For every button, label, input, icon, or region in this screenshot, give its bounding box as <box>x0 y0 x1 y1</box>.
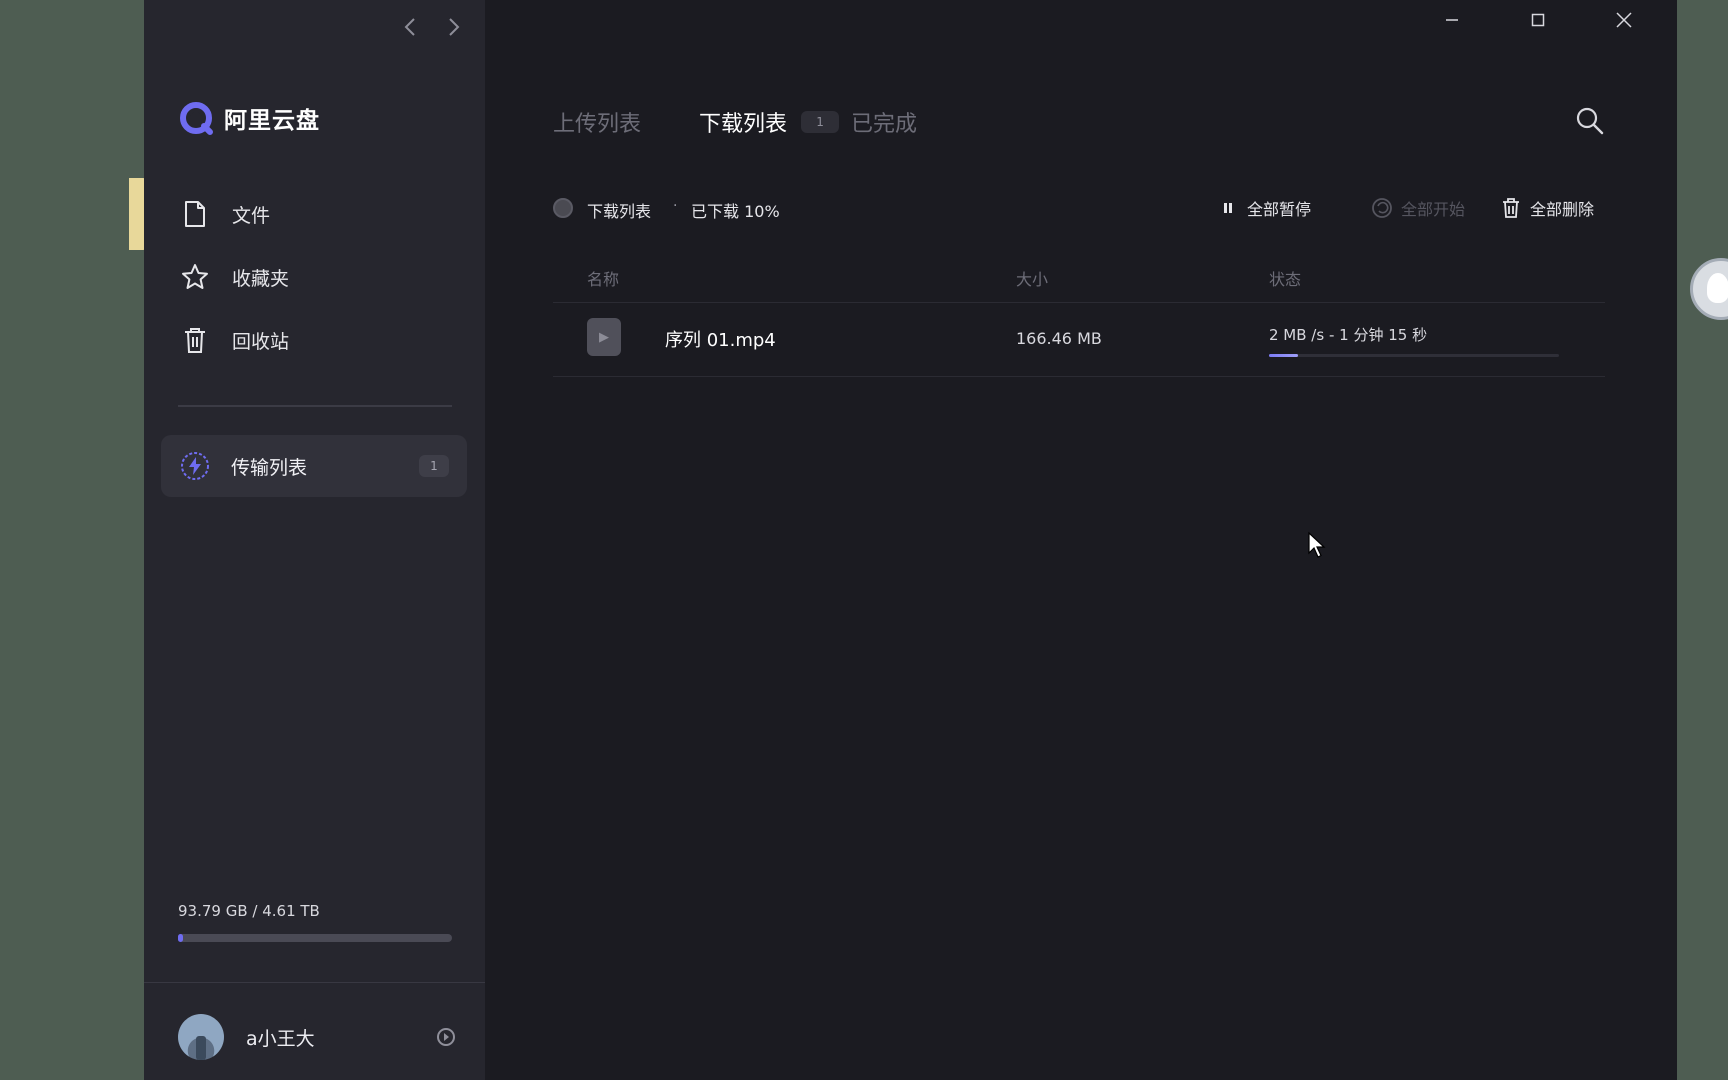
delete-all-label: 全部删除 <box>1530 200 1595 219</box>
video-file-icon: ▶ <box>587 318 621 356</box>
delete-all-button[interactable]: 全部删除 <box>1500 196 1594 220</box>
nav-item-label: 文件 <box>232 204 271 227</box>
select-all-checkbox[interactable] <box>553 198 573 218</box>
forward-arrow-icon[interactable] <box>443 16 465 38</box>
trash-icon <box>1500 197 1522 219</box>
trash-icon <box>180 325 210 355</box>
tab-download-list[interactable]: 下载列表 <box>699 106 787 138</box>
toolbar-separator: · <box>673 198 678 214</box>
column-header-status: 状态 <box>1269 270 1302 289</box>
storage-usage-text: 93.79 GB / 4.61 TB <box>178 902 320 920</box>
back-arrow-icon[interactable] <box>399 16 421 38</box>
app-logo: 阿里云盘 <box>178 100 320 136</box>
aliyun-drive-logo-icon <box>180 102 213 135</box>
app-window: 阿里云盘 文件 收藏夹 回收站 传输列表 1 93.79 GB / 4.61 T… <box>144 0 1677 1080</box>
desktop-widget-icon[interactable] <box>1690 258 1728 320</box>
sidebar: 阿里云盘 文件 收藏夹 回收站 传输列表 1 93.79 GB / 4.61 T… <box>144 0 485 1080</box>
user-profile[interactable]: a小王大 <box>178 1012 458 1062</box>
file-size: 166.46 MB <box>1016 329 1102 348</box>
user-name: a小王大 <box>246 1027 315 1050</box>
sidebar-divider <box>178 405 452 407</box>
nav-item-recycle-bin[interactable]: 回收站 <box>160 316 468 364</box>
nav-item-label: 收藏夹 <box>232 267 290 290</box>
transfer-tabs: 上传列表 下载列表 1 已完成 <box>553 106 917 138</box>
tab-upload-list[interactable]: 上传列表 <box>553 106 641 138</box>
transfer-count-badge: 1 <box>419 455 449 477</box>
star-icon <box>180 262 210 292</box>
pause-all-label: 全部暂停 <box>1247 200 1312 219</box>
search-icon[interactable] <box>1575 106 1607 138</box>
toolbar-title: 下载列表 <box>587 202 652 221</box>
file-icon <box>180 199 210 229</box>
main-content: 上传列表 下载列表 1 已完成 下载列表 · 已下载 10% 全部暂停 全部开始… <box>485 0 1677 1080</box>
avatar[interactable] <box>178 1014 224 1060</box>
history-nav <box>399 16 465 38</box>
nav-item-label: 回收站 <box>232 330 290 353</box>
download-status: 2 MB /s - 1 分钟 15 秒 <box>1269 326 1428 344</box>
user-menu-icon[interactable] <box>434 1025 458 1049</box>
table-row[interactable]: ▶ 序列 01.mp4 166.46 MB 2 MB /s - 1 分钟 15 … <box>553 302 1605 377</box>
pause-all-button[interactable]: 全部暂停 <box>1217 196 1311 220</box>
main-nav: 文件 收藏夹 回收站 <box>160 190 468 379</box>
pause-icon <box>1217 197 1239 219</box>
nav-item-files[interactable]: 文件 <box>160 190 468 238</box>
storage-usage-fill <box>178 934 184 942</box>
app-name: 阿里云盘 <box>224 108 320 134</box>
download-toolbar: 下载列表 · 已下载 10% 全部暂停 全部开始 全部删除 <box>553 196 1605 224</box>
refresh-icon <box>1371 197 1393 219</box>
footer-divider <box>144 982 485 983</box>
table-header: 名称 大小 状态 <box>553 262 1605 303</box>
storage-usage-bar <box>178 934 452 942</box>
download-progress-fill <box>1269 354 1298 357</box>
nav-item-favorites[interactable]: 收藏夹 <box>160 253 468 301</box>
lightning-icon <box>179 450 211 482</box>
mouse-cursor-icon <box>1308 531 1326 558</box>
download-progress-bar <box>1269 354 1559 357</box>
start-all-button[interactable]: 全部开始 <box>1371 196 1465 220</box>
start-all-label: 全部开始 <box>1401 200 1466 219</box>
transfer-label: 传输列表 <box>231 456 308 479</box>
desktop-background-item <box>129 178 145 250</box>
column-header-size: 大小 <box>1016 270 1049 289</box>
column-header-name: 名称 <box>587 270 620 289</box>
tab-completed[interactable]: 已完成 <box>851 106 917 138</box>
download-count-badge: 1 <box>801 111 840 133</box>
file-name: 序列 01.mp4 <box>665 330 776 351</box>
nav-item-transfer-list[interactable]: 传输列表 1 <box>161 435 467 497</box>
overall-progress-text: 已下载 10% <box>691 202 780 221</box>
